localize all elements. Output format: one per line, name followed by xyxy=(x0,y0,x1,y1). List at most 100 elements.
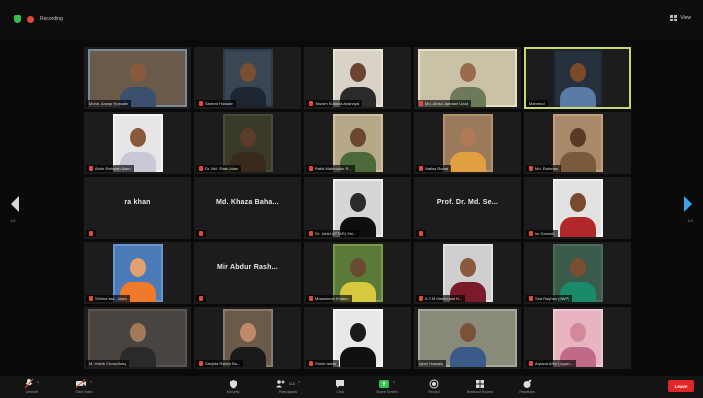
security-button[interactable]: Security xyxy=(211,378,255,394)
chevron-left-icon xyxy=(11,196,19,212)
breakout-rooms-button[interactable]: Breakout Rooms xyxy=(458,378,502,394)
participant-tile[interactable]: Sanjida Rahim Bu... xyxy=(194,307,301,369)
participant-tile[interactable]: Shirina ara - Alam xyxy=(84,242,191,304)
participant-body xyxy=(559,217,596,237)
participant-face xyxy=(129,258,146,277)
page-indicator-right: 1/4 xyxy=(687,218,693,223)
participant-tile[interactable]: Samrat Hossain xyxy=(194,47,301,109)
participant-caption: Shirina ara - Alam xyxy=(86,295,130,302)
participant-tile[interactable]: Arpana Afrin Liyyah... xyxy=(524,307,631,369)
page-indicator-left: 1/4 xyxy=(10,218,16,223)
participant-tile[interactable]: Rafid Mahmudur R... xyxy=(304,112,411,174)
recording-indicator-icon xyxy=(27,15,34,23)
participant-tile[interactable]: ra khan xyxy=(84,177,191,239)
participant-video xyxy=(332,244,383,302)
participant-tile[interactable]: Nafisa Rahat xyxy=(414,112,521,174)
participant-caption: Arpana Afrin Liyyah... xyxy=(526,360,577,367)
security-label: Security xyxy=(226,390,240,394)
participant-face xyxy=(459,258,476,277)
participant-tile[interactable]: Dr. Md. Shah Alam xyxy=(194,112,301,174)
participants-icon xyxy=(275,380,285,388)
participant-name: Tasnim Sultana Anannya xyxy=(315,101,360,106)
participant-name: Mahmud xyxy=(529,101,545,106)
mic-muted-icon xyxy=(309,166,313,171)
participant-face xyxy=(239,128,256,147)
participant-caption: Md. Abdul Jamaan Uzza xyxy=(416,100,472,107)
participant-caption: Mohd. Anwar Hossain xyxy=(86,100,131,107)
participant-tile[interactable]: Md. Abdul Jamaan Uzza xyxy=(414,47,521,109)
participant-tile[interactable]: Md. Khaza Baha... xyxy=(194,177,301,239)
participant-video xyxy=(442,114,493,172)
participants-label: Participants xyxy=(278,390,298,394)
gallery-view-icon xyxy=(670,15,678,21)
participant-tile[interactable]: A.T.M Mahmudul H... xyxy=(414,242,521,304)
participant-caption: Tasnim Sultana Anannya xyxy=(306,100,363,107)
participant-caption: Mosammat Khatun xyxy=(306,295,352,302)
participant-tile[interactable]: Prof. Dr. Md. Se... xyxy=(414,177,521,239)
participant-name: Mohd. Anwar Hossain xyxy=(89,101,128,106)
participant-caption: Sanjida Rahim Bu... xyxy=(196,360,244,367)
participant-tile[interactable]: Iqbal Hossain xyxy=(414,307,521,369)
share-screen-button[interactable]: ⌃ Share Screen xyxy=(365,378,409,394)
start-video-button[interactable]: ⌃ Start Video xyxy=(62,378,106,394)
participant-caption: Isr Gonesh xyxy=(526,230,558,237)
chat-button[interactable]: Chat xyxy=(318,378,362,394)
participant-tile[interactable]: Mohd. Anwar Hossain xyxy=(84,47,191,109)
video-off-icon xyxy=(75,379,86,388)
participant-name: Sanjida Rahim Bu... xyxy=(205,361,241,366)
participant-name: Shirin Islam xyxy=(315,361,336,366)
participant-name: Md. Rahman xyxy=(535,166,558,171)
participant-tile[interactable]: Mahmud xyxy=(524,47,631,109)
reactions-label: Reactions xyxy=(519,390,535,394)
view-button[interactable]: View xyxy=(670,15,691,21)
participant-tile[interactable]: Mir Abdur Rash... xyxy=(194,242,301,304)
participant-name: Mosammat Khatun xyxy=(315,296,349,301)
previous-page-button[interactable] xyxy=(8,193,22,215)
participant-video xyxy=(112,114,163,172)
participant-tile[interactable]: M. Habib Chowdhury xyxy=(84,307,191,369)
participant-video xyxy=(332,49,383,107)
unmute-label: Unmute xyxy=(25,390,39,394)
participant-name: Md. Abdul Jamaan Uzza xyxy=(425,101,469,106)
participant-tile[interactable]: Md. Rahman xyxy=(524,112,631,174)
participant-caption: Abhir Rahman Alam xyxy=(86,165,134,172)
participant-name: Isr Gonesh xyxy=(535,231,555,236)
participant-video xyxy=(552,244,603,302)
participant-video xyxy=(112,244,163,302)
participant-tile[interactable]: Dr. Jahid (IPTAR) Shi... xyxy=(304,177,411,239)
record-button[interactable]: Record xyxy=(412,378,456,394)
participant-body xyxy=(449,152,486,172)
participant-face xyxy=(569,258,586,277)
mic-muted-icon xyxy=(309,296,313,301)
reactions-button[interactable]: Reactions xyxy=(505,378,549,394)
participant-face xyxy=(349,128,366,147)
participant-gallery: Mohd. Anwar Hossain Samrat Hossain Tasnim … xyxy=(84,47,631,369)
participant-tile[interactable]: Abhir Rahman Alam xyxy=(84,112,191,174)
leave-meeting-button[interactable]: Leave xyxy=(668,380,694,392)
participant-face xyxy=(129,323,146,342)
next-page-button[interactable] xyxy=(681,193,695,215)
participant-body xyxy=(449,347,486,367)
mic-muted-icon xyxy=(419,231,423,236)
mic-muted-icon xyxy=(419,296,423,301)
security-shield-icon[interactable] xyxy=(14,15,21,23)
meeting-status: Recording xyxy=(14,15,63,23)
participants-button[interactable]: 110 ⌃ Participants xyxy=(266,378,310,394)
unmute-button[interactable]: ⌃ Unmute xyxy=(10,378,54,394)
chat-icon xyxy=(336,379,344,388)
participant-name: M. Habib Chowdhury xyxy=(89,361,127,366)
participant-tile[interactable]: Mosammat Khatun xyxy=(304,242,411,304)
mic-muted-icon xyxy=(199,361,203,366)
participant-tile[interactable]: Shirin Islam xyxy=(304,307,411,369)
participant-tile[interactable]: Sha Rayhan (IIWP) xyxy=(524,242,631,304)
participant-caption: Md. Rahman xyxy=(526,165,561,172)
participant-face xyxy=(129,128,146,147)
mic-muted-icon xyxy=(309,361,313,366)
participant-caption: Shirin Islam xyxy=(306,360,339,367)
participant-tile[interactable]: Tasnim Sultana Anannya xyxy=(304,47,411,109)
participant-video xyxy=(88,49,187,107)
mic-muted-icon xyxy=(89,231,93,236)
participant-face xyxy=(569,323,586,342)
participant-tile[interactable]: Isr Gonesh xyxy=(524,177,631,239)
participant-name: Arpana Afrin Liyyah... xyxy=(535,361,574,366)
